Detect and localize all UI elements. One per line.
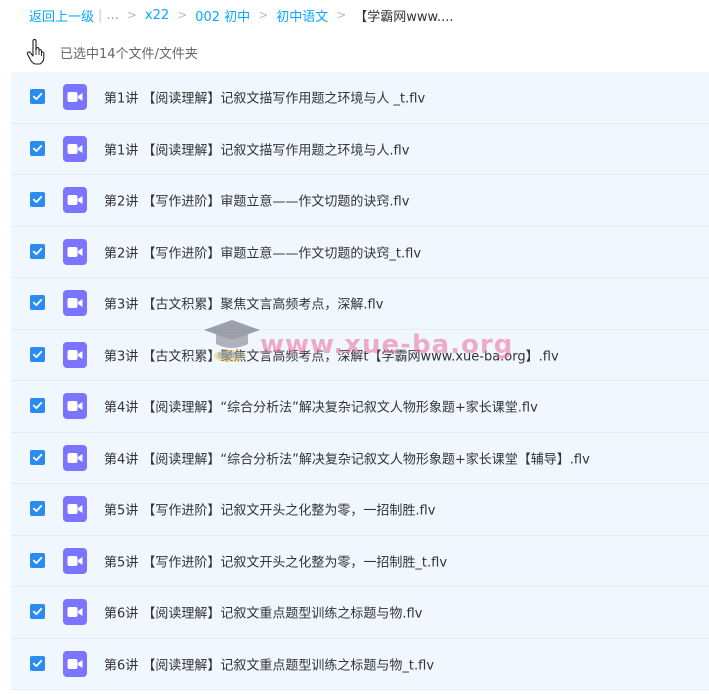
checkmark-icon: [32, 556, 43, 564]
video-file-icon: [63, 599, 87, 626]
file-name[interactable]: 第4讲 【阅读理解】“综合分析法”解决复杂记叙文人物形象题+家长课堂【辅导】.f…: [104, 448, 590, 467]
checkmark-icon: [32, 93, 43, 101]
row-checkbox[interactable]: [30, 655, 45, 671]
row-checkbox[interactable]: [30, 192, 45, 208]
video-file-icon: [63, 496, 87, 523]
file-row[interactable]: 第6讲 【阅读理解】记叙文重点题型训练之标题与物_t.flv: [11, 638, 709, 690]
breadcrumb-separator: >: [177, 8, 188, 22]
breadcrumb-divider: |: [98, 7, 103, 23]
row-checkbox[interactable]: [30, 140, 45, 156]
checkmark-icon: [32, 505, 43, 513]
selection-count: 已选中14个文件/文件夹: [60, 47, 198, 62]
video-file-icon: [63, 341, 87, 368]
file-row[interactable]: 第4讲 【阅读理解】“综合分析法”解决复杂记叙文人物形象题+家长课堂.flv: [11, 381, 709, 433]
file-row[interactable]: 第4讲 【阅读理解】“综合分析法”解决复杂记叙文人物形象题+家长课堂【辅导】.f…: [11, 432, 709, 484]
video-file-icon: [63, 650, 87, 677]
video-file-icon: [63, 187, 87, 214]
file-name[interactable]: 第3讲 【古文积累】聚焦文言高频考点，深解t【学霸网www.xue-ba.org…: [104, 345, 559, 364]
row-checkbox[interactable]: [30, 398, 45, 414]
checkmark-icon: [32, 350, 43, 358]
checkmark-icon: [32, 659, 43, 667]
video-file-icon: [63, 393, 87, 420]
checkmark-icon: [32, 299, 43, 307]
file-name[interactable]: 第1讲 【阅读理解】记叙文描写作用题之环境与人 _t.flv: [104, 88, 425, 107]
row-checkbox[interactable]: [30, 449, 45, 465]
breadcrumb-separator: >: [126, 8, 137, 22]
row-checkbox[interactable]: [30, 295, 45, 311]
hand-pointer-icon: [26, 39, 45, 65]
file-name[interactable]: 第5讲 【写作进阶】记叙文开头之化整为零，一招制胜.flv: [104, 500, 435, 519]
file-name[interactable]: 第6讲 【阅读理解】记叙文重点题型训练之标题与物.flv: [104, 603, 422, 622]
breadcrumb-ellipsis[interactable]: ...: [106, 8, 118, 23]
breadcrumb-item-x22[interactable]: x22: [145, 8, 169, 23]
checkmark-icon: [32, 402, 43, 410]
file-row[interactable]: 第6讲 【阅读理解】记叙文重点题型训练之标题与物.flv: [11, 587, 709, 639]
breadcrumb-separator: >: [336, 8, 347, 22]
file-row[interactable]: 第2讲 【写作进阶】审题立意——作文切题的诀窍.flv: [11, 175, 709, 227]
file-row[interactable]: 第5讲 【写作进阶】记叙文开头之化整为零，一招制胜.flv: [11, 484, 709, 536]
file-name[interactable]: 第2讲 【写作进阶】审题立意——作文切题的诀窍_t.flv: [104, 242, 421, 261]
breadcrumb: 返回上一级 | ... > x22 > 002 初中 > 初中语文 > 【学霸网…: [29, 0, 709, 30]
file-name[interactable]: 第3讲 【古文积累】聚焦文言高频考点，深解.flv: [104, 294, 383, 313]
file-row[interactable]: 第3讲 【古文积累】聚焦文言高频考点，深解.flv: [11, 278, 709, 330]
row-checkbox[interactable]: [30, 501, 45, 517]
breadcrumb-item-002[interactable]: 002 初中: [195, 6, 250, 25]
checkmark-icon: [32, 196, 43, 204]
file-row[interactable]: 第5讲 【写作进阶】记叙文开头之化整为零，一招制胜_t.flv: [11, 535, 709, 587]
checkmark-icon: [32, 453, 43, 461]
file-name[interactable]: 第2讲 【写作进阶】审题立意——作文切题的诀窍.flv: [104, 191, 409, 210]
video-file-icon: [63, 135, 87, 162]
video-file-icon: [63, 84, 87, 111]
back-link[interactable]: 返回上一级: [29, 6, 94, 25]
video-file-icon: [63, 290, 87, 317]
row-checkbox[interactable]: [30, 604, 45, 620]
file-row[interactable]: 第1讲 【阅读理解】记叙文描写作用题之环境与人 _t.flv: [11, 72, 709, 124]
checkmark-icon: [32, 608, 43, 616]
file-row[interactable]: 第1讲 【阅读理解】记叙文描写作用题之环境与人.flv: [11, 123, 709, 175]
file-name[interactable]: 第4讲 【阅读理解】“综合分析法”解决复杂记叙文人物形象题+家长课堂.flv: [104, 397, 538, 416]
checkmark-icon: [32, 144, 43, 152]
file-list: 第1讲 【阅读理解】记叙文描写作用题之环境与人 _t.flv 第1讲 【阅读理解】…: [11, 72, 709, 690]
breadcrumb-item-chinese[interactable]: 初中语文: [276, 6, 328, 25]
file-name[interactable]: 第1讲 【阅读理解】记叙文描写作用题之环境与人.flv: [104, 139, 409, 158]
file-name[interactable]: 第6讲 【阅读理解】记叙文重点题型训练之标题与物_t.flv: [104, 654, 434, 673]
video-file-icon: [63, 238, 87, 265]
file-name[interactable]: 第5讲 【写作进阶】记叙文开头之化整为零，一招制胜_t.flv: [104, 551, 447, 570]
breadcrumb-current: 【学霸网www....: [354, 9, 454, 25]
video-file-icon: [63, 444, 87, 471]
row-checkbox[interactable]: [30, 243, 45, 259]
file-row[interactable]: 第3讲 【古文积累】聚焦文言高频考点，深解t【学霸网www.xue-ba.org…: [11, 329, 709, 381]
video-file-icon: [63, 547, 87, 574]
checkmark-icon: [32, 247, 43, 255]
row-checkbox[interactable]: [30, 346, 45, 362]
selection-bar: 已选中14个文件/文件夹: [0, 30, 709, 72]
row-checkbox[interactable]: [30, 552, 45, 568]
file-row[interactable]: 第2讲 【写作进阶】审题立意——作文切题的诀窍_t.flv: [11, 226, 709, 278]
row-checkbox[interactable]: [30, 89, 45, 105]
breadcrumb-separator: >: [258, 8, 269, 22]
